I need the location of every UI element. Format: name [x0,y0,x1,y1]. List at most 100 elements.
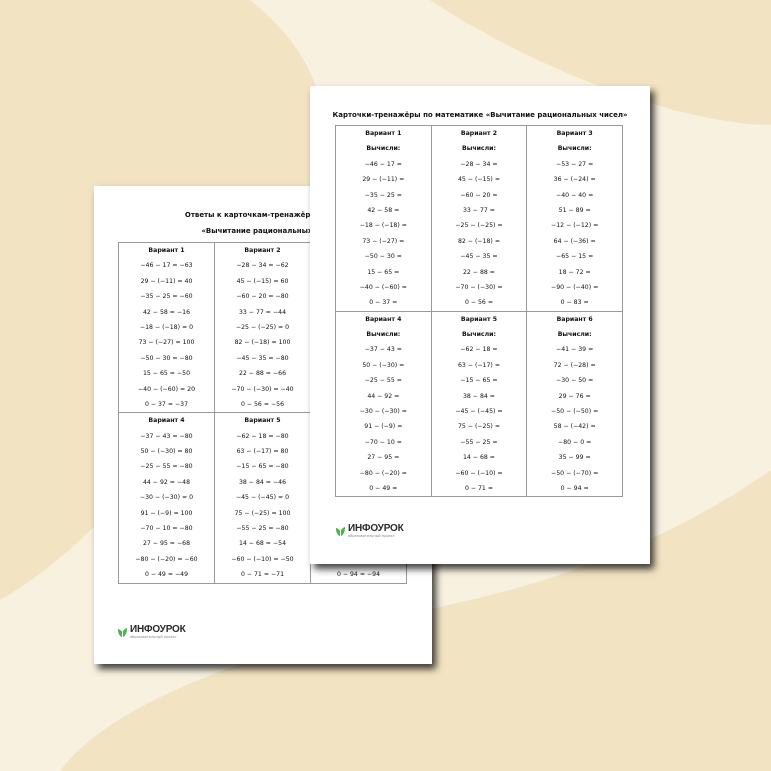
expression: 14 − 68 = [462,454,495,462]
expression: −15 − 65 = −80 [236,463,289,471]
expression: 22 − 88 = [462,268,495,276]
variant-cell: Вариант 1 −46 − 17 = −63 29 − (−11) = 40 −3… [118,241,215,414]
expression: −60 − (−10) = [455,469,503,477]
expression: 38 − 84 = −46 [238,478,287,486]
expression: 0 − 56 = [464,299,494,307]
expression: −15 − 65 = [460,377,498,385]
variant-heading: Вариант 2 [244,247,281,254]
infourok-leaf-icon [117,627,128,638]
variant-heading: Вариант 4 [148,417,185,425]
expression: 0 − 94 = −94 [336,571,381,579]
expression: 29 − (−11) = [362,176,405,184]
expression: −80 − (−20) = −60 [135,555,198,563]
expression: −35 − 25 = −60 [140,293,193,301]
expression: −70 − (−30) = −40 [231,385,294,393]
variant-cell: Вариант 3 Вычисли: −53 − 27 = 36 − (−24) = −… [526,125,623,312]
expression: 73 − (−27) = 100 [138,339,195,347]
expression: 27 − 95 = [367,454,400,462]
expression: −28 − 34 = −62 [236,262,289,270]
expression: −62 − 18 = [460,346,498,354]
expression: 36 − (−24) = [553,176,596,184]
variant-heading: Вариант 3 [556,130,593,137]
expression: −50 − 30 = [364,253,402,261]
variant-heading: Вариант 2 [460,130,498,137]
variant-cell: Вариант 5 −62 − 18 = −80 63 − (−17) = 80 −1… [214,412,311,584]
expression: −60 − 20 = −80 [236,293,289,301]
expression: 0 − 94 = [560,484,589,492]
expression: 0 − 37 = −37 [144,400,189,408]
expression: −41 − 39 = [556,346,594,354]
variant-row: Вариант 1 Вычисли: −46 − 17 = 29 − (−11) = −… [335,125,623,312]
expression: 18 − 72 = [558,268,591,276]
expression: 29 − (−11) = 40 [140,277,193,285]
logo-tagline: образовательный проект [130,635,177,639]
task-instruction: Вычисли: [462,331,496,339]
expression: 22 − 88 = −66 [238,370,287,378]
expression: −60 − 20 = [460,191,498,199]
expression: −18 − (−18) = [359,222,407,230]
expression: −55 − 25 = −80 [236,525,289,533]
variant-heading: Вариант 5 [244,417,281,425]
expression: −30 − (−30) = [359,408,407,416]
expression: 75 − (−25) = 100 [234,509,291,517]
variant-heading: Вариант 1 [148,247,185,254]
expression: 44 − 92 = −48 [142,478,191,486]
variant-cell: Вариант 4 −37 − 43 = −80 50 − (−30) = 80 −2… [118,412,215,584]
variant-heading: Вариант 1 [365,130,402,137]
expression: −53 − 27 = [556,160,594,168]
infourok-logo: ИНФОУРОК образовательный проект [335,524,404,539]
expression: −70 − (−30) = [455,283,503,291]
expression: 0 − 37 = [369,299,398,307]
expression: −40 − (−60) = 20 [137,385,196,393]
expression: −28 − 34 = [460,160,498,168]
expression: −25 − (−25) = 0 [235,323,290,331]
expression: 58 − (−42) = [553,423,596,431]
expression: 50 − (−30) = [362,361,405,369]
expression: −80 − (−20) = [359,469,407,477]
expression: 29 − 76 = [558,392,591,400]
expression: −45 − (−45) = 0 [235,494,290,502]
task-instruction: Вычисли: [366,331,401,339]
expression: −50 − 30 = −80 [140,354,193,362]
expression: 0 − 49 = −49 [144,571,189,579]
infourok-logo: ИНФОУРОК образовательный проект [117,625,186,640]
logo-name: ИНФОУРОК [348,523,404,534]
expression: −46 − 17 = −63 [140,262,193,270]
expression: −30 − (−30) = 0 [139,494,194,502]
task-instruction: Вычисли: [366,145,401,153]
expression: −45 − 35 = −80 [236,354,289,362]
expression: 0 − 49 = [369,484,398,492]
expression: 42 − 58 = −16 [142,308,191,316]
expression: −35 − 25 = [364,191,402,199]
expression: −18 − (−18) = 0 [139,323,194,331]
expression: 82 − (−18) = [457,237,500,245]
exercise-table: Вариант 1 Вычисли: −46 − 17 = 29 − (−11) = −… [335,125,623,498]
expression: −25 − (−25) = [455,222,503,230]
variant-cell: Вариант 2 Вычисли: −28 − 34 = 45 − (−15) = −… [430,125,528,312]
expression: −37 − 43 = [364,346,402,354]
task-instruction: Вычисли: [462,145,496,153]
expression: 0 − 56 = −56 [240,400,285,408]
expression: 63 − (−17) = [457,361,500,369]
infourok-leaf-icon [335,526,346,537]
expression: −46 − 17 = [364,160,402,168]
expression: 14 − 68 = −54 [238,540,287,548]
expression: 45 − (−15) = [457,176,500,184]
expression: −45 − 35 = [460,253,498,261]
expression: −45 − (−45) = [455,408,503,416]
expression: −37 − 43 = −80 [140,432,193,440]
expression: 0 − 83 = [560,299,589,307]
variant-cell: Вариант 5 Вычисли: −62 − 18 = 63 − (−17) = −… [430,310,528,498]
variant-cell: Вариант 4 Вычисли: −37 − 43 = 50 − (−30) = −… [335,310,432,498]
expression: −40 − (−60) = [359,283,407,291]
expression: 75 − (−25) = [457,423,500,431]
expression: 42 − 58 = [367,206,400,214]
expression: 45 − (−15) = 60 [236,277,289,285]
variant-heading: Вариант 5 [460,315,498,323]
logo-tagline: образовательный проект [348,534,395,538]
expression: −55 − 25 = [460,438,498,446]
expression: −25 − 55 = [364,377,402,385]
expression: 91 − (−9) = 100 [140,509,193,517]
expression: 63 − (−17) = 80 [236,448,289,456]
logo-name: ИНФОУРОК [130,624,186,635]
